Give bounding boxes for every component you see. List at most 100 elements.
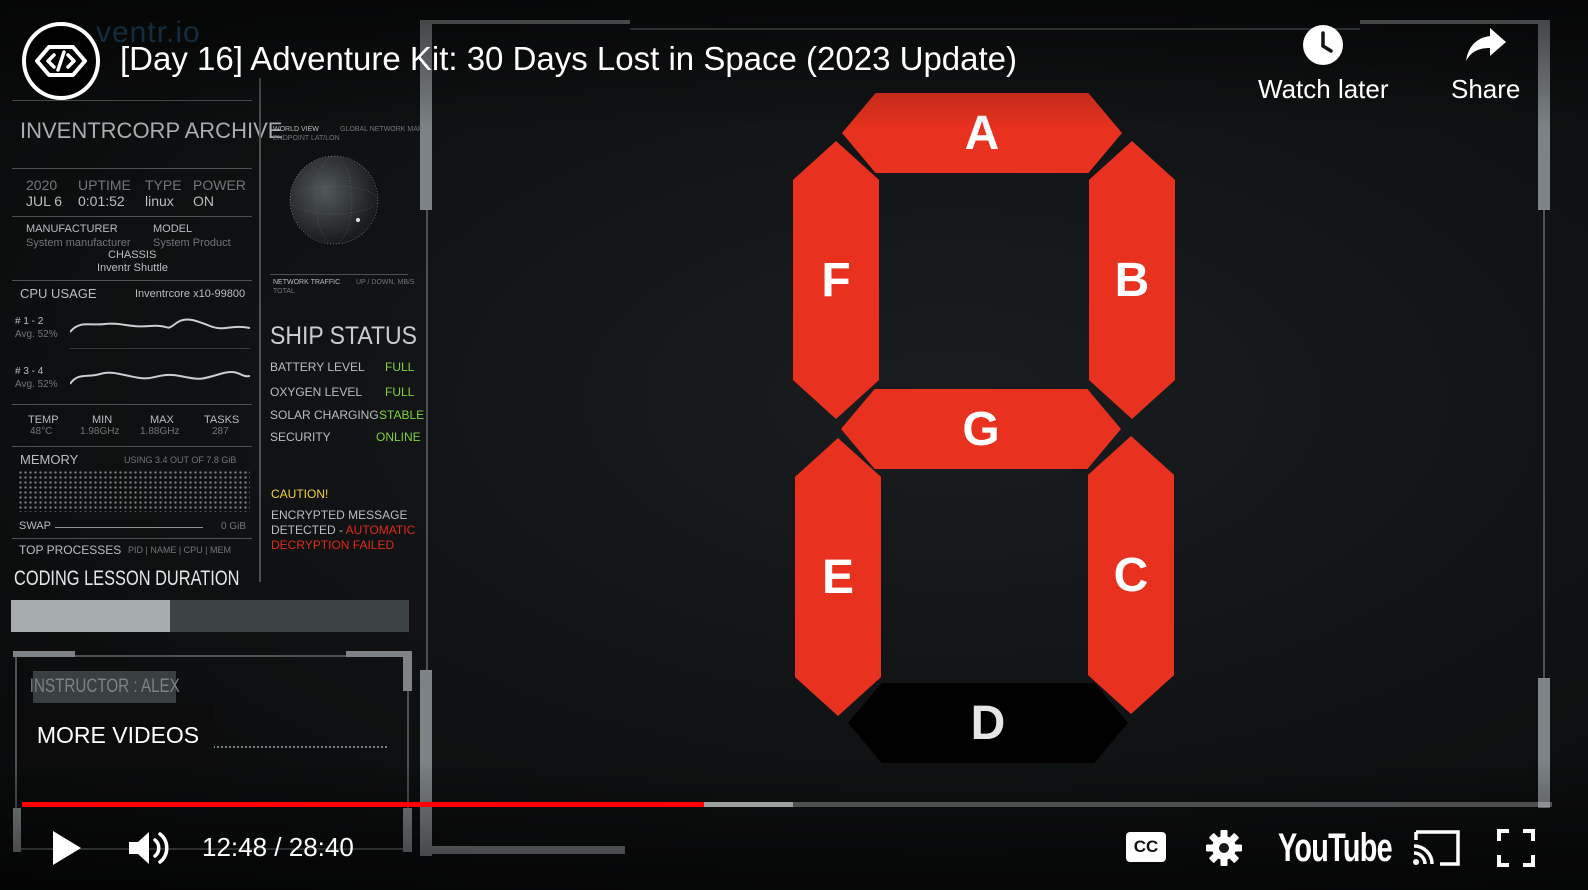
ship-status-security-value: ONLINE [376, 430, 421, 444]
lesson-duration-bar [11, 600, 409, 632]
video-title[interactable]: [Day 16] Adventure Kit: 30 Days Lost in … [120, 40, 1017, 78]
caution-automatic: AUTOMATIC [345, 523, 416, 537]
current-time: 12:48 [202, 832, 268, 862]
stat-type: linux [145, 193, 174, 209]
lesson-duration-label: CODING LESSON DURATION [14, 567, 240, 590]
progress-bar[interactable] [22, 802, 1552, 807]
captions-button[interactable]: CC [1124, 828, 1168, 866]
ship-status-oxygen-label: OXYGEN LEVEL [270, 385, 363, 399]
memory-grid [18, 470, 250, 512]
ship-status-solar-value: STABLE [379, 408, 425, 422]
instructor-corner-tl [13, 651, 75, 657]
hud-divider [259, 78, 261, 582]
hud-rule [12, 280, 252, 281]
chassis-value: Inventr Shuttle [97, 262, 168, 274]
segment-c: C [1088, 436, 1174, 714]
cpu-row-1-avg: Avg. 52% [15, 329, 58, 340]
more-videos-label: MORE VIDEOS [36, 721, 200, 748]
ship-status-security-label: SECURITY [270, 430, 331, 444]
network-traffic-label: NETWORK TRAFFIC [273, 279, 341, 286]
model-value: System Product [153, 237, 231, 249]
min-value: 1.98GHz [80, 426, 120, 437]
ship-status-battery-value: FULL [385, 360, 415, 374]
ship-status-battery-label: BATTERY LEVEL [270, 360, 365, 374]
settings-button[interactable] [1202, 826, 1246, 870]
stat-type-label: TYPE [145, 177, 182, 193]
instructor-dots [212, 746, 388, 748]
cast-icon [1413, 830, 1460, 866]
segment-f: F [793, 141, 879, 419]
caution-line-2: DETECTED - AUTOMATIC [271, 523, 415, 537]
play-icon [53, 831, 81, 865]
ship-status-oxygen-value: FULL [385, 385, 415, 399]
hud-frame-left [426, 210, 428, 670]
globe-icon [289, 155, 379, 245]
stat-power: ON [193, 193, 214, 209]
network-total-label: TOTAL [273, 288, 295, 295]
fullscreen-button[interactable] [1494, 826, 1538, 870]
model-label: MODEL [153, 223, 193, 235]
min-label: MIN [92, 414, 113, 426]
time-display: 12:48 / 28:40 [202, 832, 354, 863]
caution-failed: DECRYPTION FAILED [271, 538, 395, 552]
watch-later-label: Watch later [1258, 74, 1389, 104]
memory-usage: USING 3.4 OUT OF 7.8 GiB [124, 455, 237, 465]
more-videos-button[interactable]: MORE VIDEOS [22, 703, 214, 767]
cpu-name: Inventrcore x10-99800 [135, 288, 246, 300]
play-button[interactable] [44, 826, 88, 870]
share-arrow-icon [1465, 28, 1506, 61]
endpoint-label: ENDPOINT LAT/LON [273, 135, 340, 142]
segment-b: B [1089, 141, 1175, 419]
cc-icon: CC [1126, 832, 1166, 862]
swap-label: SWAP [19, 520, 51, 532]
lesson-duration-fill [11, 600, 171, 632]
instructor-label: INSTRUCTOR : ALEX [29, 676, 180, 697]
clock-icon [1303, 25, 1344, 65]
instructor-tag: INSTRUCTOR : ALEX [29, 671, 180, 703]
hud-frame-right [1543, 210, 1545, 680]
stat-power-label: POWER [193, 177, 246, 193]
hud-rule [270, 274, 408, 275]
cpu-graph-2 [70, 371, 250, 385]
manufacturer-value: System manufacturer [26, 237, 131, 249]
inventr-logo-icon [35, 45, 87, 77]
manufacturer-label: MANUFACTURER [26, 223, 118, 235]
cpu-row-2-label: # 3 - 4 [15, 366, 44, 377]
swap-bar [55, 527, 203, 528]
hud-rule [12, 168, 252, 169]
cast-button[interactable] [1409, 826, 1463, 870]
segment-g: G [841, 389, 1121, 469]
stat-year: 2020 [26, 177, 58, 193]
progress-played [22, 802, 705, 807]
segment-d: D [848, 683, 1128, 763]
chassis-label: CHASSIS [108, 249, 157, 261]
tasks-value: 287 [212, 426, 229, 437]
cpu-usage-label: CPU USAGE [20, 286, 97, 301]
instructor-corner-r [403, 651, 412, 691]
share-button[interactable]: Share [1451, 24, 1520, 105]
network-updown-label: UP / DOWN, MB/S [356, 279, 415, 286]
youtube-logo[interactable]: YouTube [1278, 826, 1393, 871]
caution-line-1: ENCRYPTED MESSAGE [271, 508, 408, 522]
time-separator: / [267, 832, 289, 862]
volume-icon [129, 832, 169, 864]
hud-rule [12, 538, 252, 539]
ship-status-title: SHIP STATUS [270, 322, 417, 350]
cpu-graph-1 [70, 318, 250, 333]
caution-detected: DETECTED - [271, 523, 346, 537]
channel-avatar[interactable] [22, 22, 100, 100]
fullscreen-icon [1497, 829, 1535, 867]
segment-e: E [795, 438, 881, 716]
hud-rule [12, 216, 252, 217]
duration: 28:40 [288, 832, 354, 862]
top-processes-label: TOP PROCESSES [19, 543, 122, 557]
watch-later-button[interactable]: Watch later [1258, 24, 1389, 105]
share-label: Share [1451, 74, 1521, 104]
stat-uptime-label: UPTIME [78, 177, 131, 193]
cc-label: CC [1133, 837, 1159, 856]
volume-button[interactable] [126, 826, 174, 870]
temp-value: 48°C [30, 426, 53, 437]
hud-rule [70, 348, 250, 349]
video-player[interactable]: INVENTRCORP ARCHIVE 2020 JUL 6 UPTIME 0:… [0, 0, 1588, 890]
tasks-label: TASKS [204, 414, 240, 426]
